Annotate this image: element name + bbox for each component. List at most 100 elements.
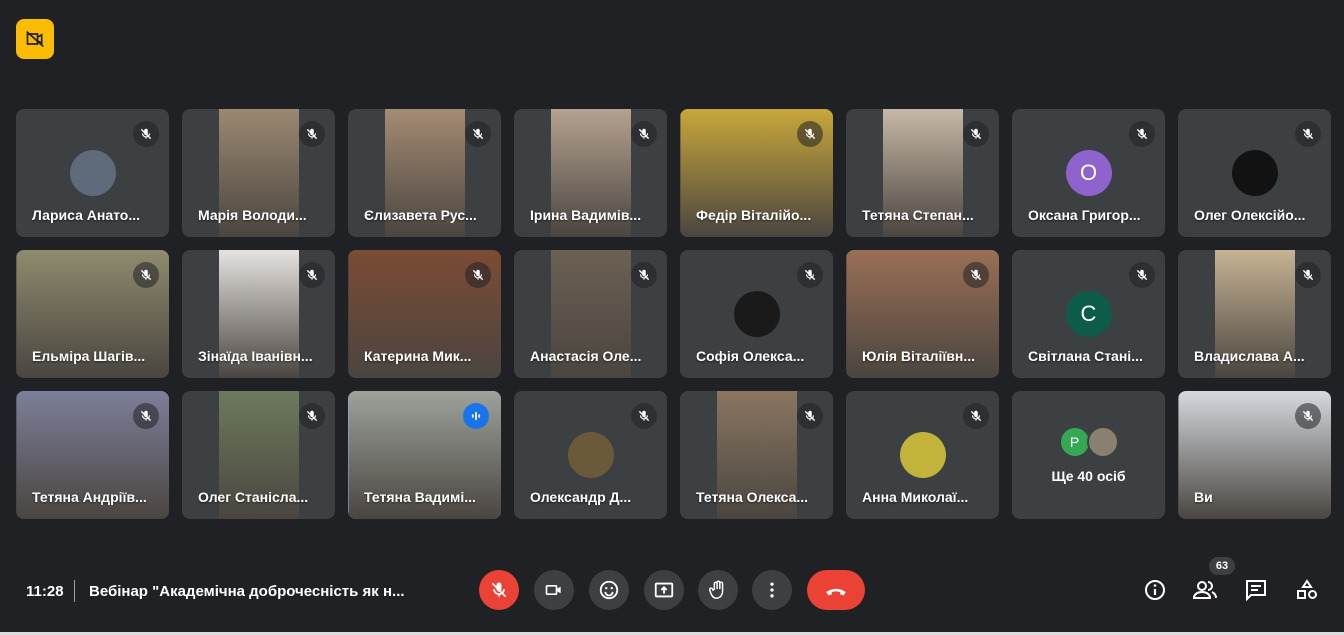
participant-count-badge: 63 xyxy=(1209,557,1235,575)
mic-toggle-button[interactable] xyxy=(479,570,519,610)
participant-tile[interactable]: Олександр Д... xyxy=(514,391,667,519)
more-participants-tile[interactable]: Р Ще 40 осіб xyxy=(1012,391,1165,519)
more-options-button[interactable] xyxy=(752,570,792,610)
avatar xyxy=(567,432,614,478)
mic-off-icon xyxy=(638,128,650,140)
chat-icon xyxy=(1246,580,1266,602)
reactions-button[interactable] xyxy=(589,570,629,610)
speaking-icon xyxy=(471,411,481,421)
avatar: С xyxy=(1065,291,1112,337)
participant-name: Тетяна Вадимі... xyxy=(364,489,476,505)
camera-toggle-button[interactable] xyxy=(534,570,574,610)
participant-tile[interactable]: Ельміра Шагів... xyxy=(16,250,169,378)
mic-off-icon xyxy=(804,128,816,140)
participant-tile[interactable]: Федір Віталійо... xyxy=(680,109,833,237)
participant-tile[interactable]: Зінаїда Іванівн... xyxy=(182,250,335,378)
participant-name: Тетяна Олекса... xyxy=(696,489,809,505)
emoji-icon xyxy=(599,580,619,600)
people-button[interactable] xyxy=(1191,576,1219,604)
participant-tile[interactable]: Тетяна Вадимі... xyxy=(348,391,501,519)
participant-tile[interactable]: Анна Миколаї... xyxy=(846,391,999,519)
divider xyxy=(74,580,75,602)
participant-name: Оксана Григор... xyxy=(1028,207,1141,223)
mic-muted-indicator xyxy=(133,403,159,429)
avatar: О xyxy=(1065,150,1112,196)
camera-icon xyxy=(545,585,561,595)
participant-name: Катерина Мик... xyxy=(364,348,472,364)
participant-tile[interactable]: Софія Олекса... xyxy=(680,250,833,378)
participant-name: Марія Володи... xyxy=(198,207,307,223)
participant-name: Софія Олекса... xyxy=(696,348,805,364)
mic-muted-indicator xyxy=(631,403,657,429)
mic-muted-indicator xyxy=(133,262,159,288)
mic-off-icon xyxy=(1136,269,1148,281)
mic-muted-indicator xyxy=(963,262,989,288)
mic-muted-indicator xyxy=(1295,403,1321,429)
mic-muted-indicator xyxy=(631,262,657,288)
end-call-icon xyxy=(826,588,846,596)
participant-tile[interactable]: Ірина Вадимів... xyxy=(514,109,667,237)
meeting-info-button[interactable] xyxy=(1141,576,1169,604)
mic-off-icon xyxy=(140,128,152,140)
mic-muted-indicator xyxy=(797,262,823,288)
participant-name: Світлана Стані... xyxy=(1028,348,1143,364)
mic-off-icon xyxy=(1136,128,1148,140)
speaking-indicator xyxy=(463,403,489,429)
more-avatars: Р xyxy=(1058,426,1119,458)
participant-name: Федір Віталійо... xyxy=(696,207,812,223)
participant-tile[interactable]: Лариса Анато... xyxy=(16,109,169,237)
avatar xyxy=(69,150,116,196)
participant-tile[interactable]: Олег Станісла... xyxy=(182,391,335,519)
avatar xyxy=(1231,150,1278,196)
bottom-bar: 11:28 Вебінар "Академічна доброчесність … xyxy=(0,548,1344,635)
participant-tile[interactable]: Єлизавета Рус... xyxy=(348,109,501,237)
mic-off-icon xyxy=(306,269,318,281)
chat-button[interactable] xyxy=(1242,576,1270,604)
info-icon xyxy=(1145,580,1165,600)
mic-off-icon xyxy=(1302,410,1314,422)
mic-off-icon xyxy=(1302,269,1314,281)
more-vert-icon xyxy=(770,582,774,598)
mic-muted-indicator xyxy=(963,121,989,147)
participant-tile[interactable]: О Оксана Григор... xyxy=(1012,109,1165,237)
participant-tile[interactable]: С Світлана Стані... xyxy=(1012,250,1165,378)
participant-tile[interactable]: Тетяна Степан... xyxy=(846,109,999,237)
hand-icon xyxy=(709,580,724,599)
participant-name: Олександр Д... xyxy=(530,489,632,505)
participant-tile[interactable]: Олег Олексійо... xyxy=(1178,109,1331,237)
participant-name: Зінаїда Іванівн... xyxy=(198,348,313,364)
participant-name: Лариса Анато... xyxy=(32,207,140,223)
mic-off-icon xyxy=(970,410,982,422)
participant-tile[interactable]: Тетяна Андріїв... xyxy=(16,391,169,519)
meeting-title: Вебінар "Академічна доброчесність як н..… xyxy=(89,583,405,600)
mic-off-icon xyxy=(804,410,816,422)
avatar xyxy=(899,432,946,478)
more-participants-label: Ще 40 осіб xyxy=(1051,468,1126,484)
participant-tile[interactable]: Марія Володи... xyxy=(182,109,335,237)
mic-muted-indicator xyxy=(1295,121,1321,147)
mic-muted-indicator xyxy=(465,262,491,288)
participant-name: Ірина Вадимів... xyxy=(530,207,642,223)
mic-off-icon xyxy=(970,269,982,281)
mic-off-icon xyxy=(306,128,318,140)
participant-name: Олег Олексійо... xyxy=(1194,207,1306,223)
participant-tile[interactable]: Тетяна Олекса... xyxy=(680,391,833,519)
participant-tile[interactable]: Анастасія Оле... xyxy=(514,250,667,378)
activities-button[interactable] xyxy=(1293,576,1321,604)
participant-tile[interactable]: Юлія Віталіївн... xyxy=(846,250,999,378)
raise-hand-button[interactable] xyxy=(698,570,738,610)
avatar xyxy=(733,291,780,337)
participant-tile[interactable]: Ви xyxy=(1178,391,1331,519)
mic-muted-indicator xyxy=(299,121,325,147)
end-call-button[interactable] xyxy=(807,570,865,610)
participant-name: Тетяна Андріїв... xyxy=(32,489,147,505)
mic-muted-indicator xyxy=(133,121,159,147)
participant-tile[interactable]: Катерина Мик... xyxy=(348,250,501,378)
mic-muted-indicator xyxy=(797,403,823,429)
present-screen-button[interactable] xyxy=(644,570,684,610)
present-icon xyxy=(654,582,674,598)
participant-grid: Лариса Анато... Марія Володи... Єлизавета … xyxy=(16,109,1331,519)
mic-muted-indicator xyxy=(797,121,823,147)
participant-tile[interactable]: Владислава А... xyxy=(1178,250,1331,378)
mic-off-icon xyxy=(804,269,816,281)
